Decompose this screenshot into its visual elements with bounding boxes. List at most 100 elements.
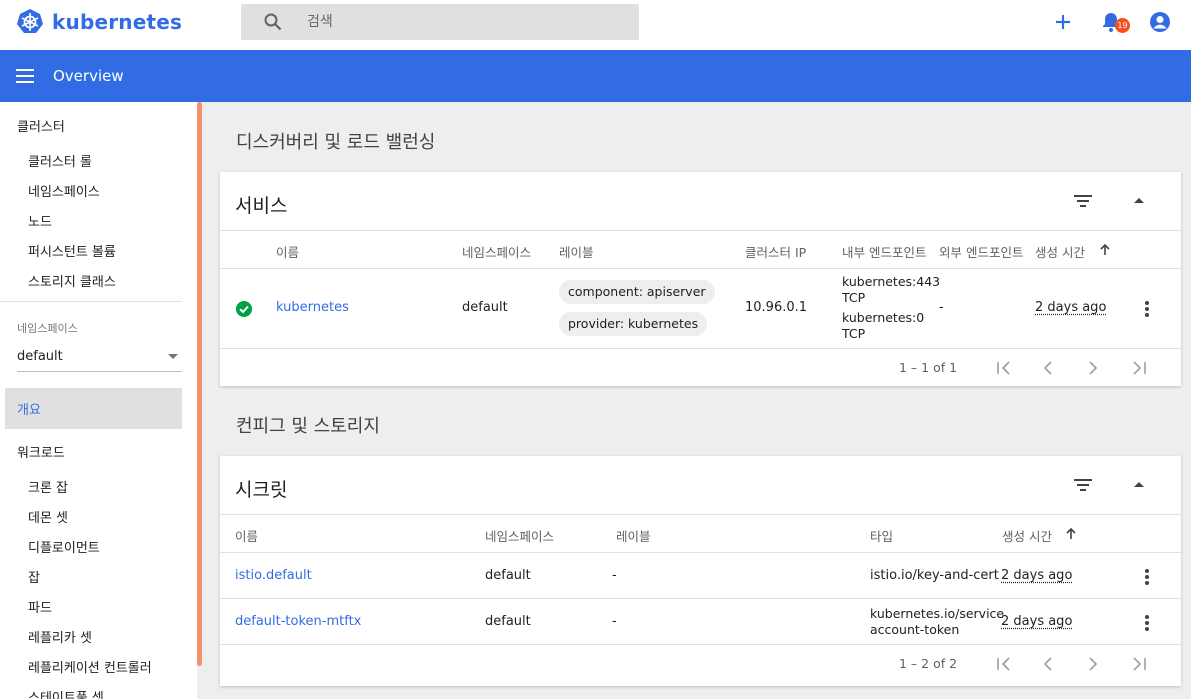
service-namespace: default [462,300,508,315]
divider [220,514,1181,515]
sidebar-item-cron-jobs[interactable]: 크론 잡 [28,477,68,496]
secret-age: 2 days ago [1001,614,1073,629]
col-age[interactable]: 생성 시간 [1002,526,1052,545]
sidebar-scrollbar[interactable] [197,102,202,666]
divider [220,644,1181,645]
namespace-label: 네임스페이스 [17,322,78,335]
secrets-card-title: 시크릿 [235,479,288,501]
sidebar-item-deployments[interactable]: 디플로이먼트 [28,537,100,556]
collapse-up-icon[interactable] [1134,198,1144,203]
sidebar-item-persistent-volumes[interactable]: 퍼시스턴트 볼륨 [28,241,116,260]
col-namespace[interactable]: 네임스페이스 [462,242,531,261]
filter-icon[interactable] [1074,194,1092,208]
label-chip: provider: kubernetes [559,312,708,336]
more-vert-icon[interactable] [1145,615,1149,633]
sidebar-item-replication-controllers[interactable]: 레플리케이션 컨트롤러 [28,657,152,676]
pagination-range: 1 – 1 of 1 [899,360,958,375]
next-page-icon[interactable] [1087,361,1099,375]
secret-namespace: default [485,568,531,583]
divider [220,348,1181,349]
secret-labels: - [612,568,617,583]
hamburger-menu-icon[interactable] [15,68,35,84]
divider [220,268,1181,269]
secret-type: istio.io/key-and-cert [870,568,999,583]
sidebar-head-cluster[interactable]: 클러스터 [17,116,65,135]
page-title: Overview [53,67,124,85]
secret-namespace: default [485,614,531,629]
namespace-value: default [17,349,63,364]
divider [220,552,1181,553]
divider [220,230,1181,231]
next-page-icon[interactable] [1087,657,1099,671]
sort-arrow-up-icon[interactable] [1100,243,1110,255]
sidebar-item-daemon-sets[interactable]: 데몬 셋 [28,507,68,526]
more-vert-icon[interactable] [1145,301,1149,319]
previous-page-icon[interactable] [1042,657,1054,671]
sidebar-item-namespaces[interactable]: 네임스페이스 [28,181,100,200]
secret-name-link[interactable]: istio.default [235,568,312,583]
col-namespace[interactable]: 네임스페이스 [485,526,554,545]
internal-endpoint-protocol: TCP [842,290,866,305]
dropdown-arrow-icon [168,354,178,359]
secret-age: 2 days ago [1001,568,1073,583]
secret-type: kubernetes.io/service [870,606,1005,621]
secret-name-link[interactable]: default-token-mtftx [235,614,361,629]
col-name[interactable]: 이름 [235,526,258,545]
col-labels: 레이블 [559,245,594,260]
col-type: 타입 [870,529,894,544]
last-page-icon[interactable] [1130,361,1148,375]
secret-labels: - [612,614,617,629]
sidebar-item-cluster-roles[interactable]: 클러스터 롤 [28,151,92,170]
col-cluster-ip: 클러스터 IP [745,245,807,260]
sidebar-head-workloads[interactable]: 워크로드 [17,442,65,461]
more-vert-icon[interactable] [1145,569,1149,587]
search-bar[interactable] [241,4,639,40]
kubernetes-wheel-icon [17,9,43,33]
section-title-config: 컨피그 및 스토리지 [236,416,380,437]
col-age[interactable]: 생성 시간 [1035,242,1085,261]
col-internal-endpoints: 내부 엔드포인트 [842,245,927,260]
sidebar-item-jobs[interactable]: 잡 [28,567,40,586]
service-name-link[interactable]: kubernetes [276,300,349,315]
namespace-select[interactable]: default [17,342,182,372]
col-name[interactable]: 이름 [276,242,299,261]
last-page-icon[interactable] [1130,657,1148,671]
services-card-title: 서비스 [235,195,288,217]
pagination-range: 1 – 2 of 2 [899,656,958,671]
previous-page-icon[interactable] [1042,361,1054,375]
divider [220,598,1181,599]
label-chip: component: apiserver [559,280,715,304]
sidebar-item-overview[interactable]: 개요 [5,388,182,429]
collapse-up-icon[interactable] [1134,482,1144,487]
first-page-icon[interactable] [995,657,1013,671]
app-bar: Overview [0,50,1191,102]
service-age: 2 days ago [1035,300,1107,315]
filter-icon[interactable] [1074,478,1092,492]
sidebar-divider [0,301,182,302]
sidebar-item-storage-classes[interactable]: 스토리지 클래스 [28,271,116,290]
search-icon [263,12,283,32]
kubernetes-logo[interactable]: kubernetes [16,8,182,36]
secret-type-cont: account-token [870,622,960,637]
first-page-icon[interactable] [995,361,1013,375]
internal-endpoint: kubernetes:0 [842,310,925,325]
sidebar-item-stateful-sets[interactable]: 스테이트풀 셋 [28,687,104,699]
search-input[interactable] [307,14,607,30]
sort-arrow-up-icon[interactable] [1066,527,1076,539]
sidebar: 클러스터 클러스터 롤 네임스페이스 노드 퍼시스턴트 볼륨 스토리지 클래스 … [0,102,197,699]
secrets-card: 시크릿 이름 네임스페이스 레이블 타입 생성 시간 istio.default… [220,456,1181,686]
col-external-endpoints: 외부 엔드포인트 [939,245,1024,260]
success-check-icon [236,301,252,317]
brand-name: kubernetes [52,10,183,34]
services-card: 서비스 이름 네임스페이스 레이블 클러스터 IP 내부 엔드포인트 외부 엔드… [220,172,1181,386]
create-plus-icon[interactable] [1051,10,1075,34]
internal-endpoint: kubernetes:443 [842,274,941,289]
sidebar-item-replica-sets[interactable]: 레플리카 셋 [28,627,92,646]
sidebar-item-pods[interactable]: 파드 [28,597,52,616]
external-endpoint: - [939,300,944,315]
sidebar-item-nodes[interactable]: 노드 [28,211,52,230]
section-title-discovery: 디스커버리 및 로드 밸런싱 [236,132,436,153]
account-circle-icon[interactable] [1148,10,1172,34]
col-labels: 레이블 [616,529,651,544]
notification-count-badge: 19 [1115,18,1130,33]
